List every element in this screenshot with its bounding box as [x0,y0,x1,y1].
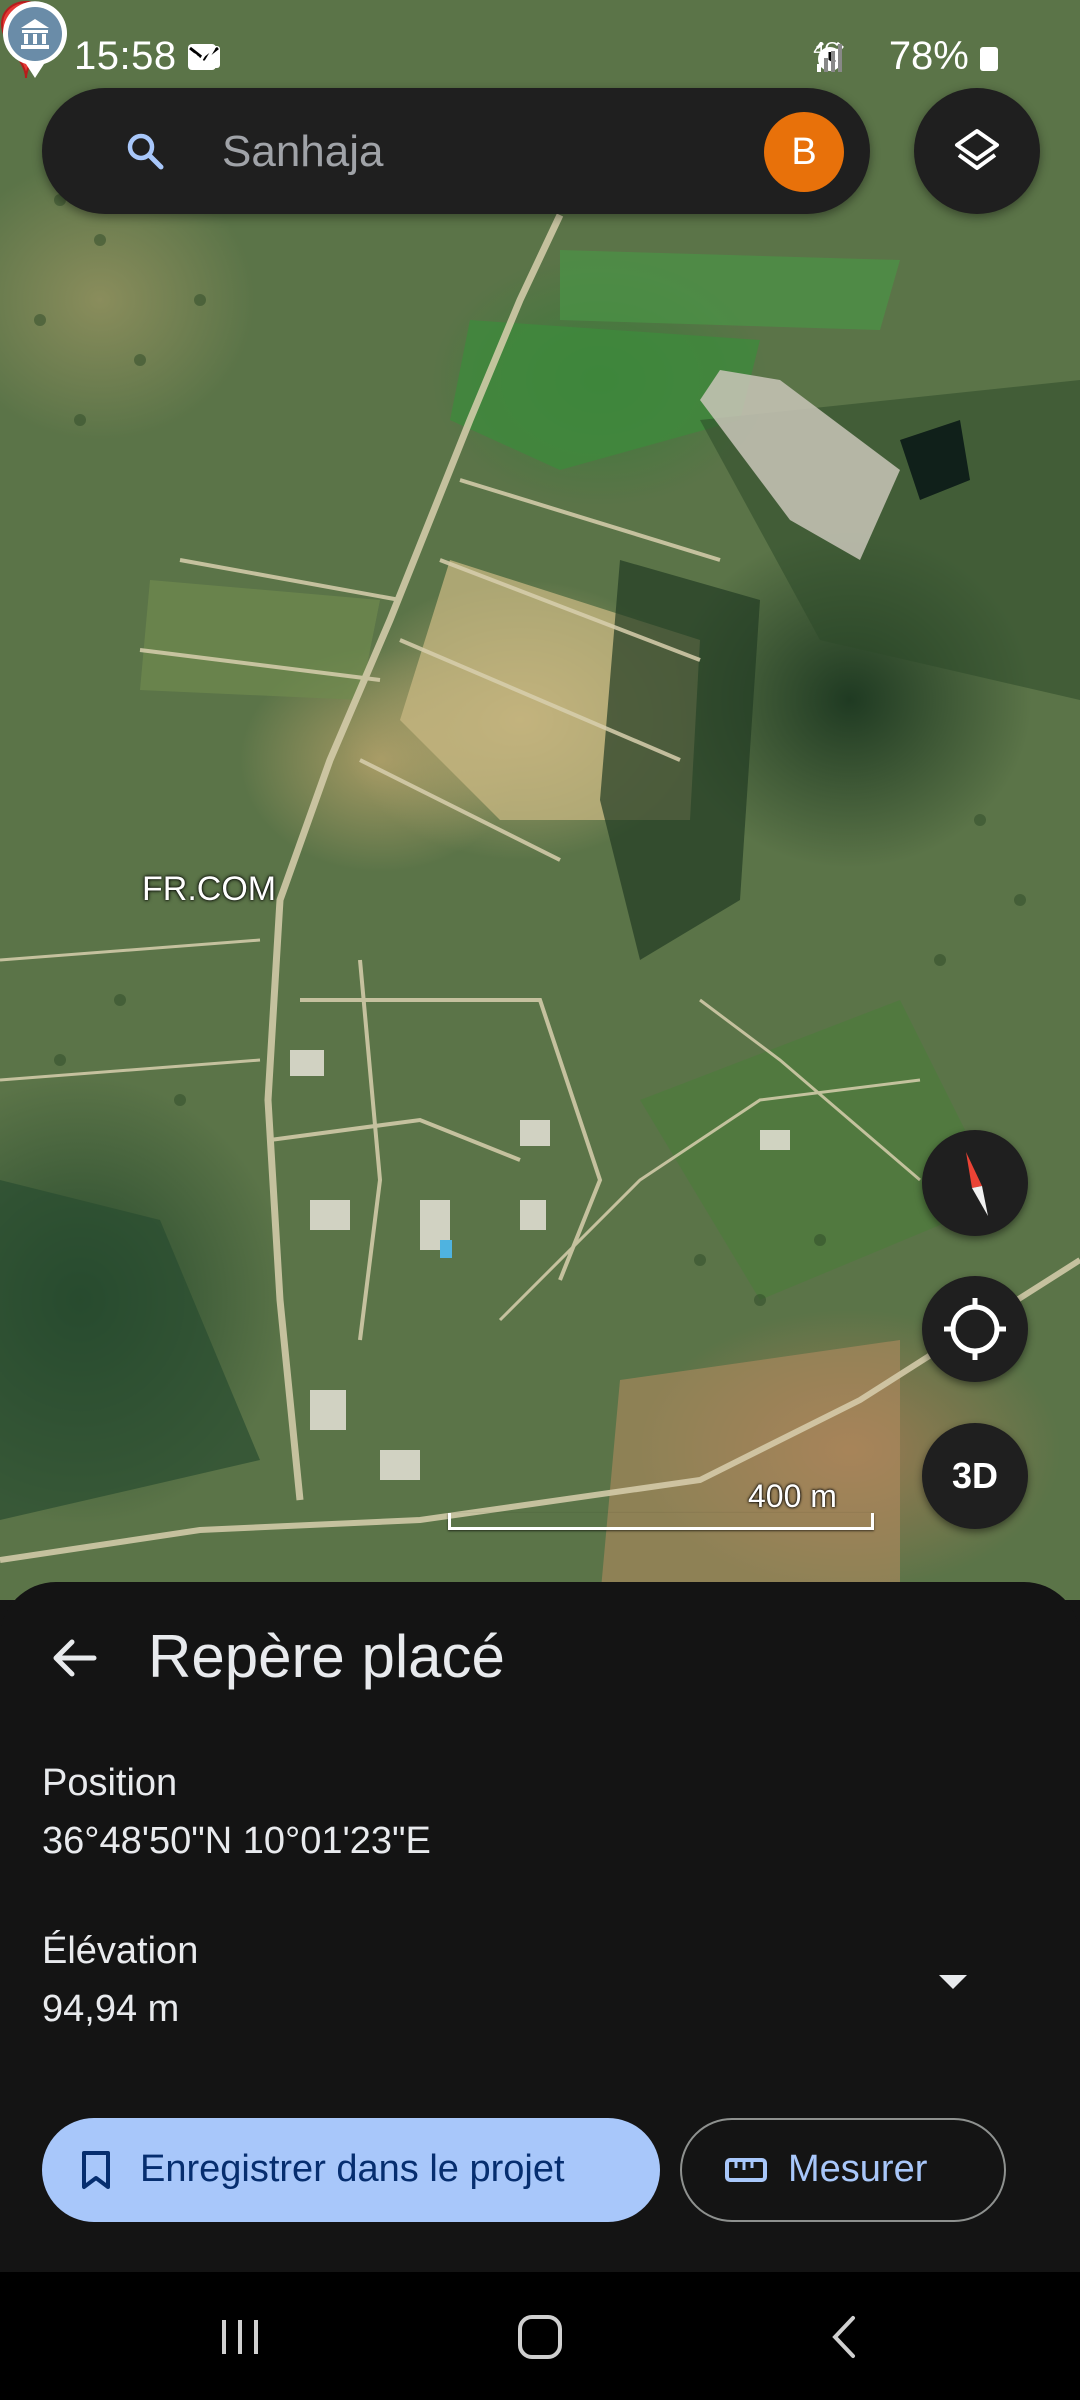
search-icon[interactable] [124,130,166,172]
elevation-label: Élévation [42,1930,199,1972]
expand-dropdown-icon[interactable] [936,1972,970,1992]
3d-toggle-button[interactable]: 3D [922,1423,1028,1529]
layers-button[interactable] [914,88,1040,214]
satellite-map[interactable]: 15:58 4G [0,0,1080,1600]
my-location-button[interactable] [922,1276,1028,1382]
battery-icon [980,47,998,71]
compass-icon [966,1152,988,1216]
back-arrow-icon[interactable] [48,1632,100,1684]
layers-icon [955,129,999,170]
search-bar[interactable]: B [42,88,870,214]
avatar[interactable]: B [764,112,844,192]
save-to-project-label: Enregistrer dans le projet [140,2148,565,2190]
save-to-project-button[interactable]: Enregistrer dans le projet [42,2118,660,2222]
dot-icon [188,53,198,63]
my-location-icon [944,1298,1006,1360]
position-label: Position [42,1762,178,1804]
elevation-value: 94,94 m [42,1988,180,2030]
bookmark-icon [82,2151,110,2189]
compass-button[interactable] [922,1130,1028,1236]
search-input[interactable] [220,112,784,192]
back-nav-icon[interactable] [815,2312,875,2362]
scale-label: 400 m [748,1478,837,1514]
measure-label: Mesurer [788,2148,928,2190]
ruler-icon [725,2158,767,2182]
battery-level: 78% [889,34,998,79]
placed-marker-sheet: Repère placé Position 36°48'50"N 10°01'2… [0,1582,1080,2272]
scale-bar [448,1513,874,1530]
status-time: 15:58 [74,34,177,78]
battery-text: 78% [888,34,969,78]
signal-bars-icon [817,44,843,72]
sheet-title: Repère placé [148,1623,505,1690]
position-value[interactable]: 36°48'50"N 10°01'23"E [42,1820,431,1863]
system-nav-bar [0,2272,1080,2400]
home-icon[interactable] [510,2312,570,2362]
recent-apps-icon[interactable] [210,2312,270,2362]
map-imagery [0,194,1080,1600]
measure-button[interactable]: Mesurer [680,2118,1006,2222]
status-right-icons: 4G [813,40,845,72]
place-label[interactable]: FR.COM [142,870,276,909]
museum-place-icon[interactable] [0,0,70,80]
